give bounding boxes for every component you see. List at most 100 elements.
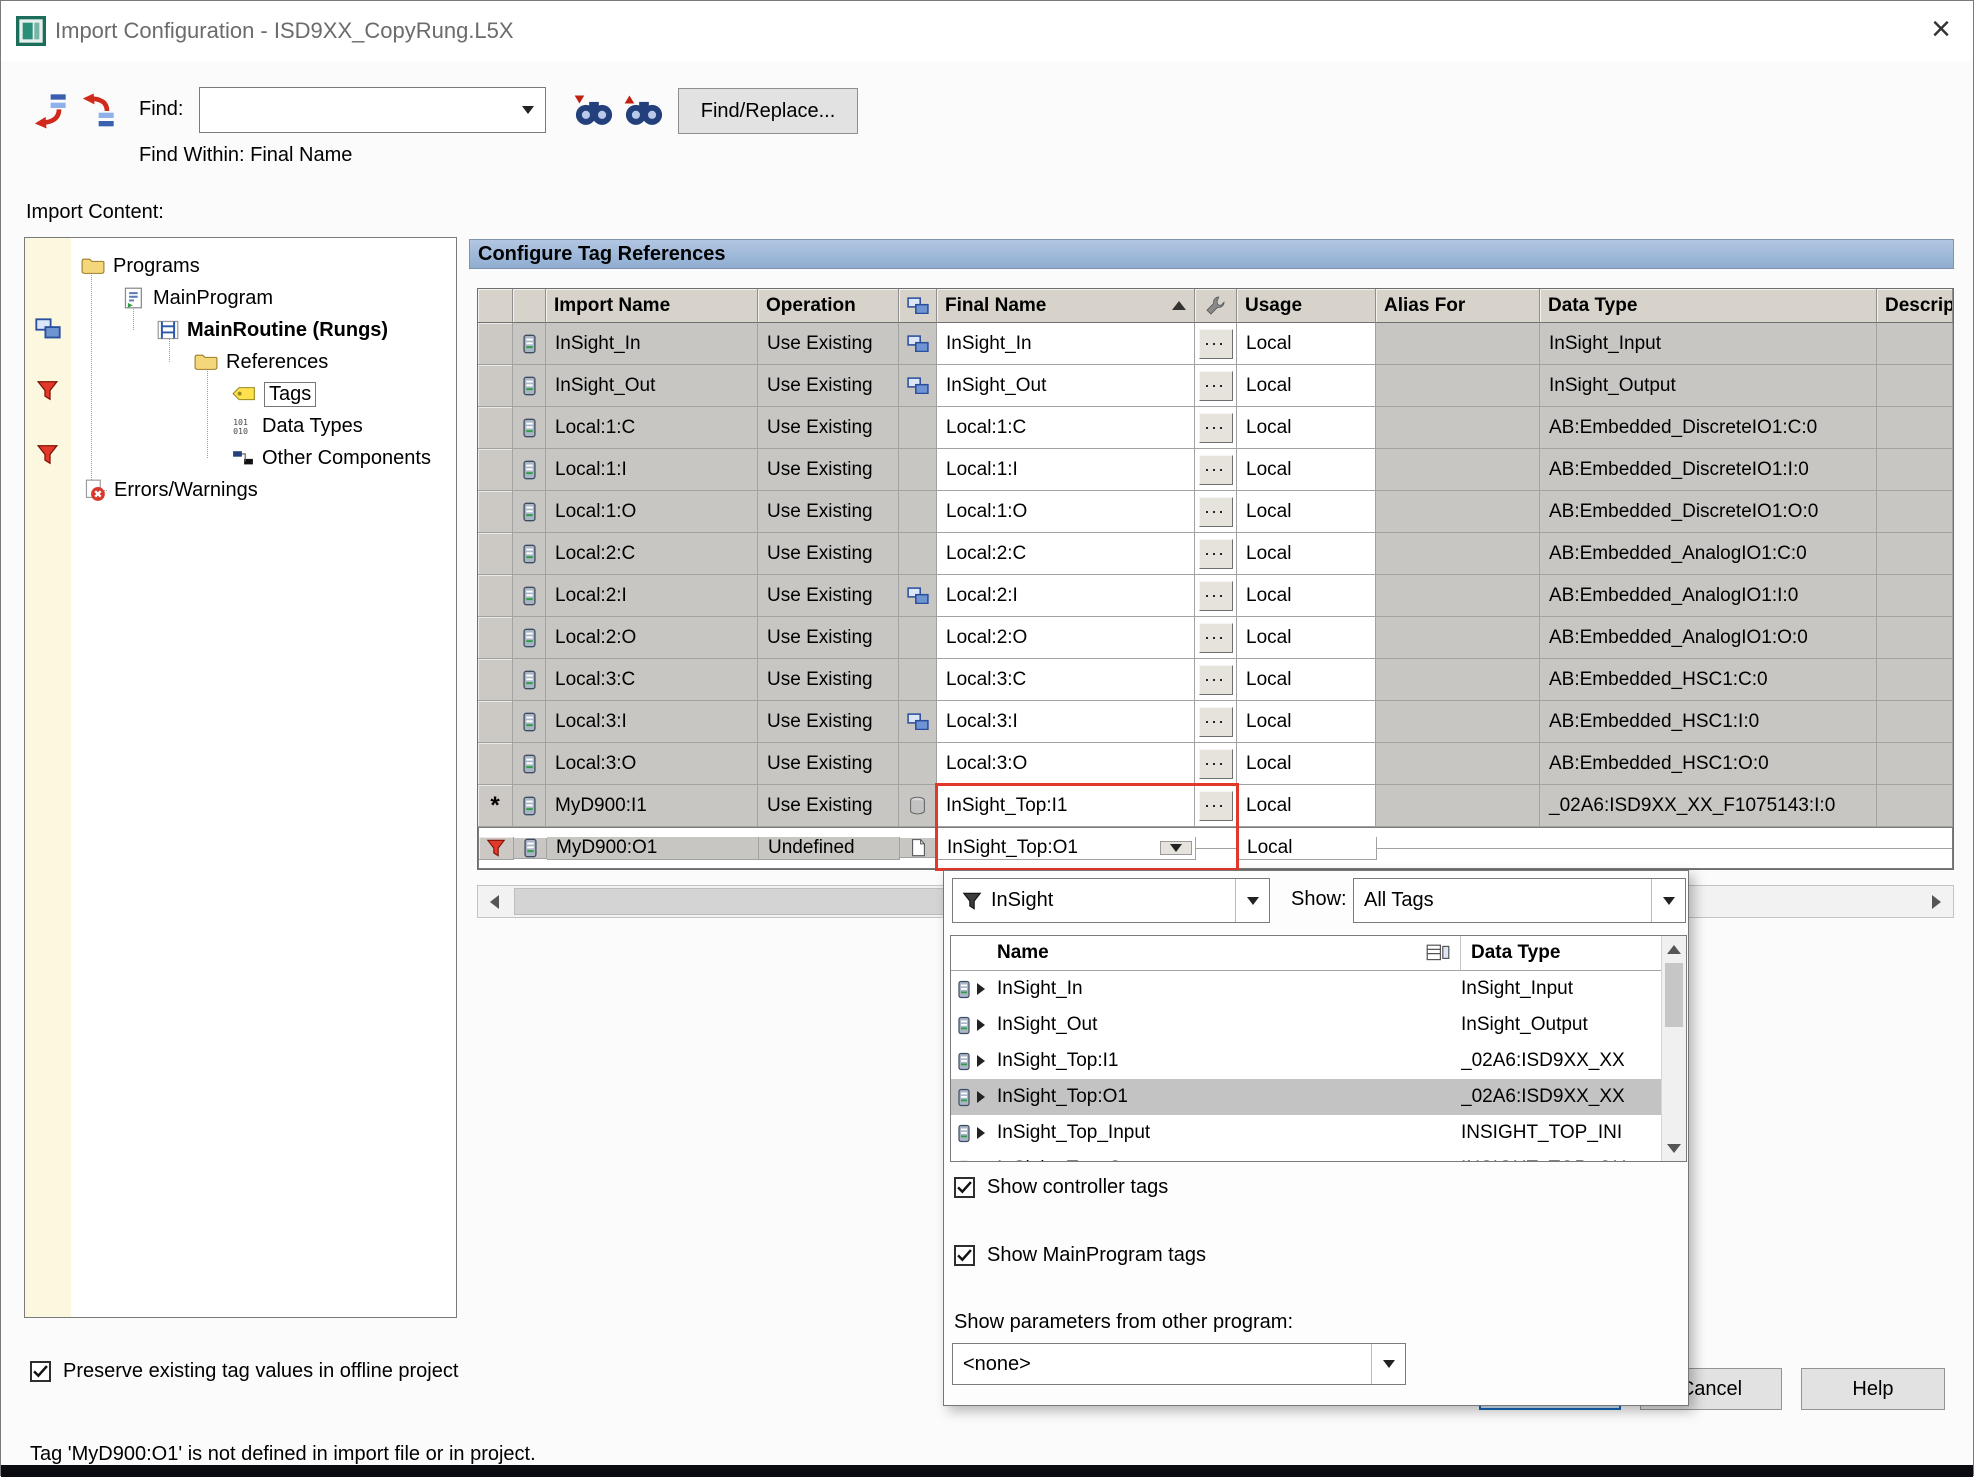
usage-cell[interactable]: Local bbox=[1237, 491, 1376, 533]
browse-tags-button[interactable]: ... bbox=[1199, 665, 1233, 695]
import-rung-down-icon[interactable] bbox=[29, 91, 69, 131]
tag-list-item[interactable]: InSight_Top:O1 _02A6:ISD9XX_XX bbox=[951, 1079, 1661, 1115]
tree-item-tags[interactable]: Tags bbox=[232, 378, 316, 410]
alias-for-cell[interactable] bbox=[1376, 449, 1540, 491]
tag-list-item[interactable]: InSight_Top_Input INSIGHT_TOP_INI bbox=[951, 1115, 1661, 1151]
row-selector[interactable]: * bbox=[478, 617, 513, 659]
row-selector[interactable]: * bbox=[478, 785, 513, 827]
row-selector[interactable]: * bbox=[479, 837, 514, 860]
find-replace-button[interactable]: Find/Replace... bbox=[678, 88, 858, 134]
alias-for-cell[interactable] bbox=[1376, 701, 1540, 743]
scrollbar-thumb[interactable] bbox=[1665, 963, 1683, 1027]
usage-cell[interactable]: Local bbox=[1237, 701, 1376, 743]
row-selector[interactable]: * bbox=[478, 743, 513, 785]
final-name-cell[interactable]: Local:2:C bbox=[937, 533, 1195, 575]
final-name-cell[interactable]: InSight_Out bbox=[937, 365, 1195, 407]
other-program-dropdown-icon[interactable] bbox=[1371, 1344, 1405, 1384]
configure-column-header[interactable] bbox=[1195, 289, 1237, 323]
tag-list-item[interactable]: InSight_Out InSight_Output bbox=[951, 1007, 1661, 1043]
row-selector[interactable]: * bbox=[478, 575, 513, 617]
find-combobox[interactable] bbox=[199, 87, 546, 133]
final-name-cell[interactable]: Local:2:I bbox=[937, 575, 1195, 617]
usage-cell[interactable]: Local bbox=[1237, 659, 1376, 701]
expand-arrow-icon[interactable] bbox=[977, 1127, 985, 1139]
final-name-cell[interactable]: Local:2:O bbox=[937, 617, 1195, 659]
row-selector[interactable]: * bbox=[478, 701, 513, 743]
import-rung-up-icon[interactable] bbox=[77, 91, 117, 131]
browse-tags-button[interactable]: ... bbox=[1199, 497, 1233, 527]
final-name-cell[interactable]: Local:1:O bbox=[937, 491, 1195, 533]
alias-for-cell[interactable] bbox=[1376, 407, 1540, 449]
tag-list-scrollbar[interactable] bbox=[1661, 936, 1686, 1161]
alias-for-cell[interactable] bbox=[1376, 659, 1540, 701]
browse-tags-button[interactable]: ... bbox=[1199, 581, 1233, 611]
scroll-left-button[interactable] bbox=[478, 886, 511, 917]
usage-cell[interactable]: Local bbox=[1238, 837, 1377, 860]
alias-for-header[interactable]: Alias For bbox=[1376, 289, 1540, 323]
usage-cell[interactable]: Local bbox=[1237, 407, 1376, 449]
tree-item-errors-warnings[interactable]: Errors/Warnings bbox=[83, 474, 258, 506]
row-selector[interactable]: * bbox=[478, 533, 513, 575]
filter-dropdown-icon[interactable] bbox=[1235, 879, 1269, 922]
final-name-cell[interactable]: Local:3:I bbox=[937, 701, 1195, 743]
description-header[interactable]: Description bbox=[1877, 289, 1953, 323]
final-name-cell[interactable]: Local:3:C bbox=[937, 659, 1195, 701]
data-type-column-header[interactable]: Data Type bbox=[1461, 942, 1661, 964]
tag-list-item[interactable]: InSight_In InSight_Input bbox=[951, 971, 1661, 1007]
final-name-cell[interactable]: Local:1:C bbox=[937, 407, 1195, 449]
browse-tags-button[interactable]: ... bbox=[1199, 329, 1233, 359]
tag-list-item[interactable]: InSight_Top_Output INSIGHT_TOP_OU bbox=[951, 1151, 1661, 1162]
alias-for-cell[interactable] bbox=[1376, 323, 1540, 365]
alias-for-cell[interactable] bbox=[1376, 575, 1540, 617]
browse-tags-button[interactable]: ... bbox=[1199, 539, 1233, 569]
row-selector[interactable]: * bbox=[478, 659, 513, 701]
column-config-icon[interactable] bbox=[1426, 944, 1450, 961]
alias-for-cell[interactable] bbox=[1376, 617, 1540, 659]
tag-list-item[interactable]: InSight_Top:I1 _02A6:ISD9XX_XX bbox=[951, 1043, 1661, 1079]
data-type-header[interactable]: Data Type bbox=[1540, 289, 1877, 323]
expand-arrow-icon[interactable] bbox=[977, 1091, 985, 1103]
other-program-combobox[interactable]: <none> bbox=[952, 1343, 1406, 1385]
find-dropdown-icon[interactable] bbox=[511, 88, 545, 132]
help-button[interactable]: Help bbox=[1801, 1368, 1945, 1410]
show-dropdown-icon[interactable] bbox=[1651, 879, 1685, 922]
usage-cell[interactable]: Local bbox=[1237, 365, 1376, 407]
usage-cell[interactable]: Local bbox=[1237, 743, 1376, 785]
alias-for-cell[interactable] bbox=[1376, 785, 1540, 827]
scroll-down-button[interactable] bbox=[1662, 1135, 1686, 1161]
row-selector[interactable]: * bbox=[478, 407, 513, 449]
tree-item-references[interactable]: References bbox=[194, 346, 328, 378]
expand-arrow-icon[interactable] bbox=[977, 1055, 985, 1067]
scroll-up-button[interactable] bbox=[1662, 936, 1686, 962]
alias-for-cell[interactable] bbox=[1377, 848, 1541, 849]
browse-tags-button[interactable]: ... bbox=[1199, 791, 1233, 821]
tree-item-other-components[interactable]: Other Components bbox=[232, 442, 431, 474]
name-column-header[interactable]: Name bbox=[951, 936, 1461, 970]
row-selector[interactable]: * bbox=[478, 491, 513, 533]
alias-for-cell[interactable] bbox=[1376, 743, 1540, 785]
show-mainprogram-tags-checkbox[interactable] bbox=[954, 1245, 975, 1266]
browse-tags-button[interactable]: ... bbox=[1199, 749, 1233, 779]
usage-cell[interactable]: Local bbox=[1237, 785, 1376, 827]
final-name-header[interactable]: Final Name bbox=[937, 289, 1195, 323]
final-name-cell[interactable]: InSight_In bbox=[937, 323, 1195, 365]
tree-item-data-types[interactable]: 101010 Data Types bbox=[232, 410, 363, 442]
preserve-tags-checkbox[interactable] bbox=[30, 1361, 51, 1382]
tree-item-programs[interactable]: Programs bbox=[81, 250, 200, 282]
tree-item-mainprogram[interactable]: MainProgram bbox=[123, 282, 273, 314]
find-previous-icon[interactable] bbox=[623, 93, 665, 127]
tree-item-mainroutine[interactable]: MainRoutine (Rungs) bbox=[157, 314, 388, 346]
show-controller-tags-checkbox[interactable] bbox=[954, 1177, 975, 1198]
connection-column-header[interactable] bbox=[899, 289, 937, 323]
row-selector[interactable]: * bbox=[478, 449, 513, 491]
usage-cell[interactable]: Local bbox=[1237, 449, 1376, 491]
import-name-header[interactable]: Import Name bbox=[546, 289, 758, 323]
alias-for-cell[interactable] bbox=[1376, 491, 1540, 533]
show-filter-combobox[interactable]: All Tags bbox=[1353, 878, 1686, 923]
find-input[interactable] bbox=[200, 88, 511, 132]
expand-arrow-icon[interactable] bbox=[977, 983, 985, 995]
browse-tags-button[interactable]: ... bbox=[1199, 455, 1233, 485]
alias-for-cell[interactable] bbox=[1376, 533, 1540, 575]
close-icon[interactable]: × bbox=[1931, 9, 1951, 49]
usage-cell[interactable]: Local bbox=[1237, 575, 1376, 617]
